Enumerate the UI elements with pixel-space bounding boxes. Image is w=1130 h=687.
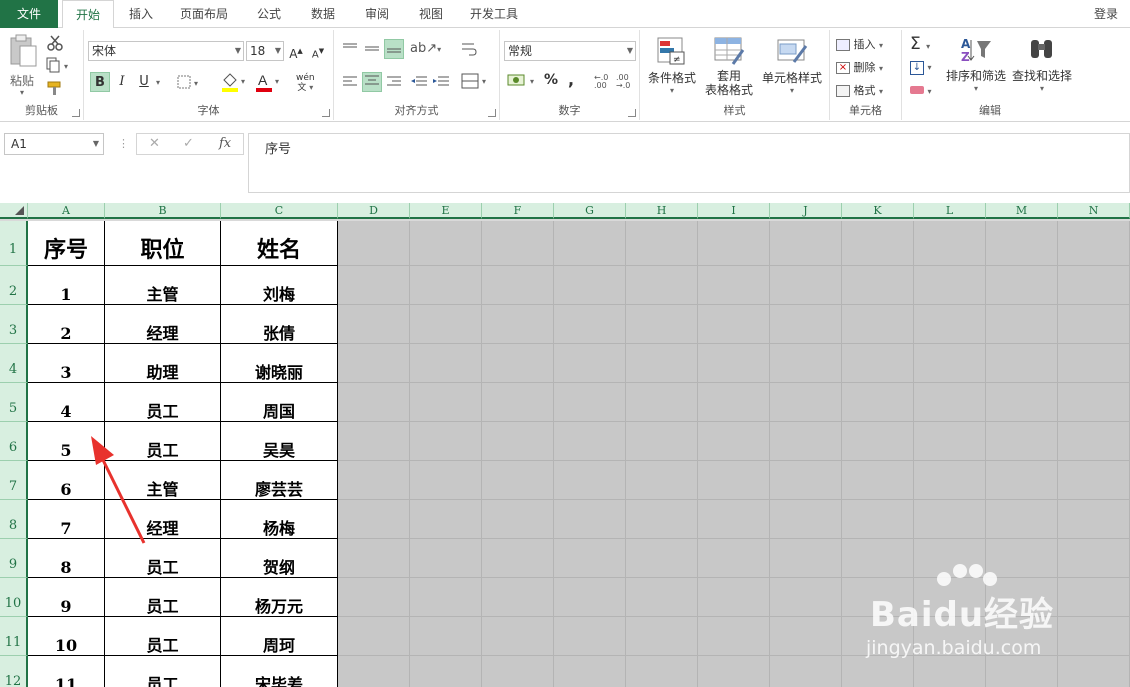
baidu-watermark: Baidu经验 jingyan.baidu.com [862,564,1102,675]
watermark-url: jingyan.baidu.com [866,637,1042,659]
watermark-brand: Baidu经验 [870,595,1055,635]
